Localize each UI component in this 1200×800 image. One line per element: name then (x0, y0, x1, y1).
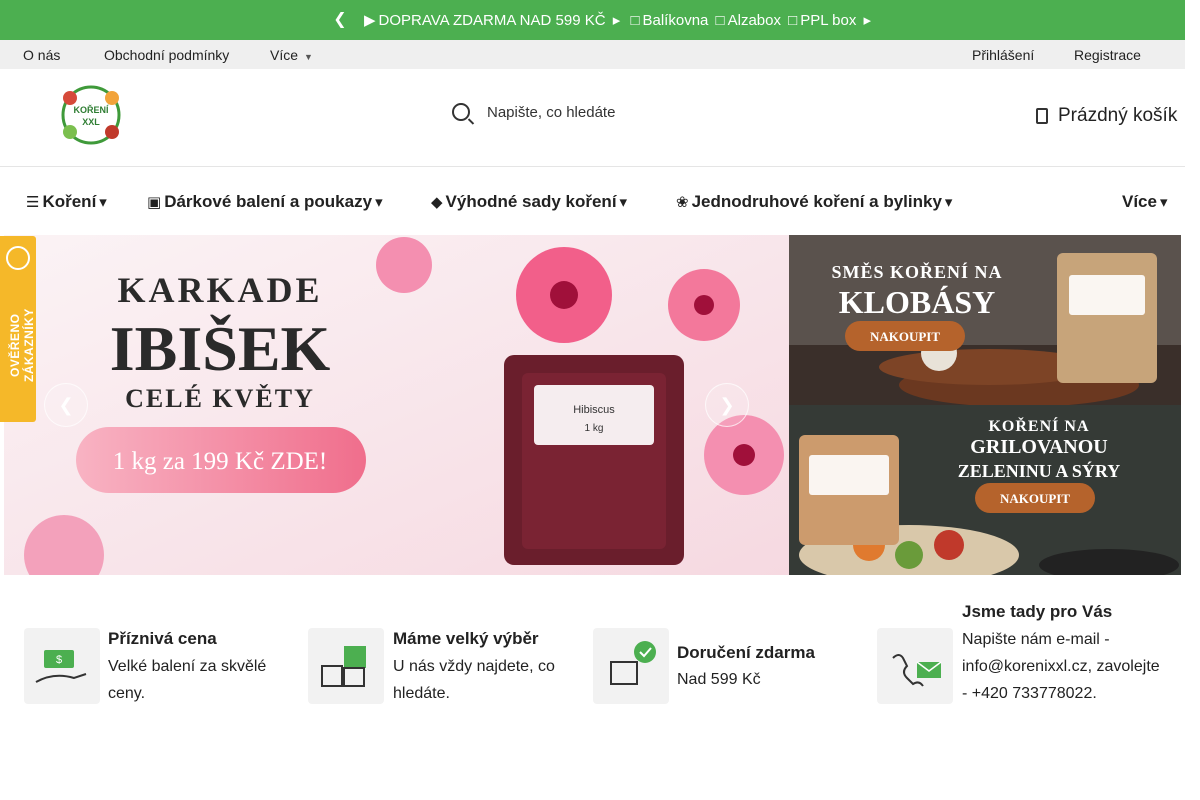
feature-contact-text[interactable]: Napište nám e-mail - info@korenixxl.cz, … (962, 626, 1162, 707)
feature-delivery-title: Doručení zdarma (677, 643, 815, 662)
chevron-down-icon: ▾ (619, 194, 628, 211)
main-nav-more-label: Více (1122, 192, 1157, 211)
phone-mail-icon (877, 628, 953, 704)
box-icon: □ (715, 12, 725, 29)
nav-link-more[interactable]: Více ▼ (270, 47, 313, 63)
chevron-down-icon: ▼ (304, 52, 313, 62)
carrier-ppl-box: PPL box (800, 12, 857, 29)
svg-text:$: $ (56, 654, 62, 666)
side-top-cta: NAKOUPIT (870, 329, 940, 344)
register-link[interactable]: Registrace (1074, 47, 1141, 63)
puzzle-icon (308, 628, 384, 704)
nav-link-about[interactable]: O nás (23, 47, 60, 63)
main-nav: ☰ Koření ▾ ▣ Dárkové balení a poukazy ▾ ◆ Výh… (0, 167, 1185, 235)
leaf-icon: ❀ (676, 194, 689, 211)
banner-line-karkade: KARKADE (117, 270, 322, 310)
site-logo[interactable]: KOŘENÍ XXL (56, 84, 126, 146)
banner-line-cele-kvety: CELÉ KVĚTY (125, 384, 315, 413)
cart-button[interactable]: Prázdný košík (1036, 105, 1177, 127)
nav-link-more-label: Více (270, 47, 299, 63)
feature-delivery: Doručení zdarma Nad 599 Kč (593, 596, 863, 736)
side-bottom-title-2: GRILOVANOU (970, 436, 1107, 458)
banner-cta-text: 1 kg za 199 Kč ZDE! (113, 448, 328, 475)
logo-word-xxl: XXL (82, 117, 100, 127)
cart-icon (1036, 108, 1048, 124)
product-bag: Hibiscus 1 kg (504, 355, 684, 565)
search-bar[interactable]: Napište, co hledáte (452, 103, 615, 121)
banner-line-ibisek: IBIŠEK (110, 313, 331, 384)
search-input[interactable]: Napište, co hledáte (487, 104, 615, 121)
box-icon: □ (788, 12, 798, 29)
side-bottom-cta: NAKOUPIT (1000, 491, 1070, 506)
feature-selection-title: Máme velký výběr (393, 629, 539, 648)
hero-slider[interactable]: Hibiscus 1 kg KARKADE IBIŠEK CELÉ KVĚTY … (4, 235, 789, 575)
hero-banner-image: Hibiscus 1 kg KARKADE IBIŠEK CELÉ KVĚTY … (4, 235, 789, 575)
carrier-alzabox: Alzabox (727, 12, 781, 29)
pack-weight: 1 kg (585, 423, 604, 434)
main-nav-sets[interactable]: ◆ Výhodné sady koření ▾ (428, 192, 630, 212)
side-banner-sausage-image: SMĚS KOŘENÍ NA KLOBÁSY NAKOUPIT (789, 235, 1181, 405)
truck-icon: ▶ (364, 12, 376, 29)
side-banner-sausage[interactable]: SMĚS KOŘENÍ NA KLOBÁSY NAKOUPIT (789, 235, 1181, 405)
main-nav-koreni[interactable]: ☰ Koření ▾ (23, 192, 110, 212)
secondary-nav: O nás Obchodní podmínky Více ▼ Přihlášení… (0, 40, 1185, 69)
nav-link-terms[interactable]: Obchodní podmínky (104, 47, 229, 63)
feature-price-text: Velké balení za skvělé ceny. (108, 658, 267, 702)
tag-icon: ◆ (431, 194, 443, 211)
main-nav-gifts[interactable]: ▣ Dárkové balení a poukazy ▾ (144, 192, 386, 212)
side-banner-grill-image: KOŘENÍ NA GRILOVANOU ZELENINU A SÝRY NAK… (789, 405, 1181, 575)
money-hand-icon: $ (24, 628, 100, 704)
chevron-down-icon: ▾ (99, 194, 107, 211)
main-nav-gifts-label: Dárkové balení a poukazy (164, 192, 373, 211)
chevron-down-icon: ▾ (1159, 194, 1168, 211)
main-nav-single-label: Jednodruhové koření a bylinky (691, 192, 942, 211)
box-icon: □ (630, 12, 640, 29)
menu-icon: ☰ (26, 194, 40, 211)
carrier-balikovna: Balíkovna (642, 12, 709, 29)
verified-badge[interactable]: OVĚŘENO ZÁKAZNÍKY (0, 236, 36, 422)
logo-graphic: KOŘENÍ XXL (61, 85, 121, 145)
main-nav-more[interactable]: Více ▾ (1122, 192, 1171, 212)
promo-bar: ❮ ▶ DOPRAVA ZDARMA NAD 599 KČ ▸ □ Balíkovn… (0, 0, 1185, 40)
chevron-down-icon: ▾ (375, 194, 383, 211)
verified-badge-text: OVĚŘENO ZÁKAZNÍKY (8, 308, 36, 382)
separator-icon: ▸ (612, 12, 621, 29)
feature-price: $ Příznivá cena Velké balení za skvělé c… (24, 596, 294, 736)
feature-delivery-text: Nad 599 Kč (677, 671, 761, 688)
login-link[interactable]: Přihlášení (972, 47, 1034, 63)
gift-icon: ▣ (147, 194, 162, 211)
feature-selection: Máme velký výběr U nás vždy najdete, co … (308, 596, 578, 736)
search-icon[interactable] (452, 103, 470, 121)
feature-price-title: Příznivá cena (108, 629, 217, 648)
main-nav-sets-label: Výhodné sady koření (445, 192, 617, 211)
slider-next-button[interactable]: ❯ (705, 383, 749, 427)
chevron-down-icon: ▾ (944, 194, 953, 211)
side-bottom-title-1: KOŘENÍ NA (988, 416, 1089, 435)
feature-contact: Jsme tady pro Vás Napište nám e-mail - i… (877, 596, 1167, 736)
feature-contact-title: Jsme tady pro Vás (962, 602, 1113, 621)
main-nav-koreni-label: Koření (42, 192, 97, 211)
side-banner-grill[interactable]: KOŘENÍ NA GRILOVANOU ZELENINU A SÝRY NAK… (789, 405, 1181, 575)
chevron-right-icon: ▸ (863, 12, 872, 29)
chevron-left-icon[interactable]: ❮ (332, 11, 348, 29)
slider-prev-button[interactable]: ❮ (44, 383, 88, 427)
main-nav-single[interactable]: ❀ Jednodruhové koření a bylinky ▾ (673, 192, 955, 212)
side-bottom-title-3: ZELENINU A SÝRY (958, 460, 1120, 481)
side-top-title-1: SMĚS KOŘENÍ NA (831, 261, 1002, 282)
logo-word-koreni: KOŘENÍ (73, 104, 109, 115)
cart-label: Prázdný košík (1058, 105, 1178, 126)
seal-icon (6, 246, 30, 270)
feature-selection-text: U nás vždy najdete, co hledáte. (393, 658, 555, 702)
side-top-title-2: KLOBÁSY (839, 284, 995, 320)
promo-free-shipping: DOPRAVA ZDARMA NAD 599 KČ (378, 12, 606, 29)
delivery-check-icon (593, 628, 669, 704)
promo-text-line[interactable]: ▶ DOPRAVA ZDARMA NAD 599 KČ ▸ □ Balíkovna … (361, 11, 874, 29)
pack-label: Hibiscus (573, 404, 615, 416)
